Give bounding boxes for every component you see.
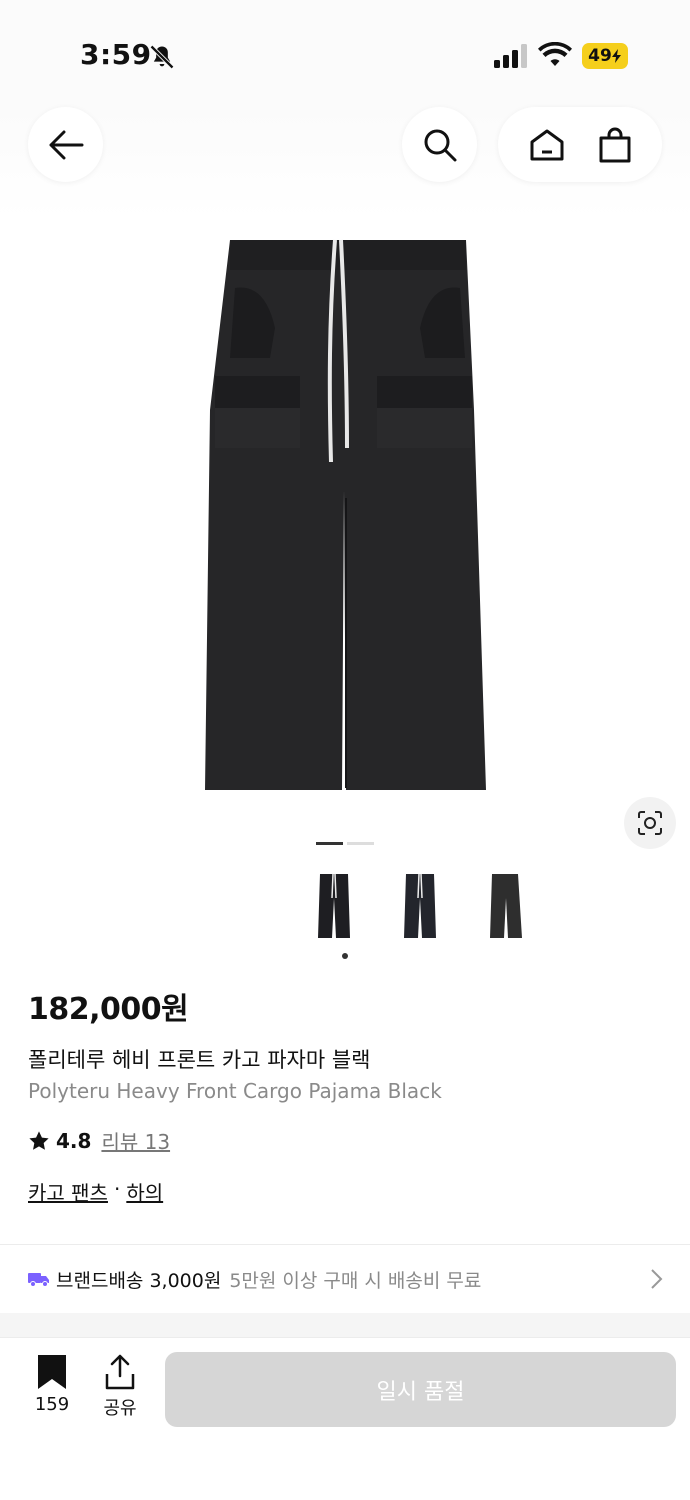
search-button[interactable]	[402, 107, 477, 182]
star-icon	[29, 1130, 49, 1150]
soldout-button[interactable]: 일시 품절	[165, 1352, 676, 1427]
search-icon	[424, 129, 456, 161]
thumbnail-selected-dot	[342, 953, 348, 959]
product-title-english: Polyteru Heavy Front Cargo Pajama Black	[28, 1079, 442, 1103]
home-icon[interactable]	[529, 128, 565, 162]
category-separator: ·	[113, 1177, 121, 1201]
share-button[interactable]: 공유	[98, 1354, 142, 1420]
product-title-korean: 폴리테루 헤비 프론트 카고 파자마 블랙	[28, 1048, 371, 1072]
home-cart-group	[498, 107, 662, 182]
lens-icon	[638, 811, 662, 835]
wifi-icon	[538, 42, 572, 66]
pager-indicator	[347, 842, 374, 845]
thumbnail-image	[490, 874, 522, 938]
thumbnail-1[interactable]	[305, 866, 363, 946]
truck-icon	[28, 1273, 49, 1287]
chevron-right-icon	[651, 1269, 663, 1289]
review-link[interactable]: 리뷰 13	[101, 1126, 170, 1155]
product-image[interactable]	[200, 238, 490, 794]
thumbnail-3[interactable]	[477, 866, 535, 946]
rating-row: 4.8 리뷰 13	[28, 1126, 170, 1155]
parent-category-link[interactable]: 하의	[126, 1177, 163, 1206]
section-separator	[0, 1313, 690, 1337]
bookmark-button[interactable]: 159	[30, 1354, 74, 1415]
share-icon	[105, 1354, 135, 1390]
category-link[interactable]: 카고 팬츠	[28, 1177, 108, 1206]
share-label: 공유	[103, 1398, 137, 1419]
charging-bolt-icon	[611, 49, 621, 63]
product-price: 182,000원	[28, 992, 189, 1027]
status-time: 3:59	[80, 38, 152, 71]
shipping-label: 브랜드배송 3,000원	[56, 1269, 222, 1292]
shopping-bag-icon[interactable]	[598, 127, 632, 163]
bell-off-icon	[150, 45, 174, 69]
battery-indicator: 49	[582, 43, 628, 69]
category-breadcrumb: 카고 팬츠 · 하의	[28, 1177, 163, 1206]
thumbnail-image	[318, 873, 350, 938]
shipping-note: 5만원 이상 구매 시 배송비 무료	[229, 1269, 482, 1292]
cellular-signal-icon	[494, 44, 527, 68]
thumbnail-2[interactable]	[391, 866, 449, 946]
status-bar: 3:59 49	[0, 0, 690, 110]
back-arrow-icon	[49, 130, 83, 159]
bookmark-count: 159	[34, 1394, 70, 1415]
battery-level: 49	[588, 46, 612, 66]
rating-value: 4.8	[56, 1128, 92, 1153]
thumbnail-strip	[305, 866, 535, 946]
visual-search-button[interactable]	[624, 797, 676, 849]
back-button[interactable]	[28, 107, 103, 182]
image-pager	[316, 842, 374, 845]
bookmark-icon	[38, 1355, 66, 1389]
pager-indicator-active	[316, 842, 343, 845]
shipping-info-row[interactable]: 브랜드배송 3,000원 5만원 이상 구매 시 배송비 무료	[0, 1245, 690, 1313]
thumbnail-image	[404, 873, 436, 938]
